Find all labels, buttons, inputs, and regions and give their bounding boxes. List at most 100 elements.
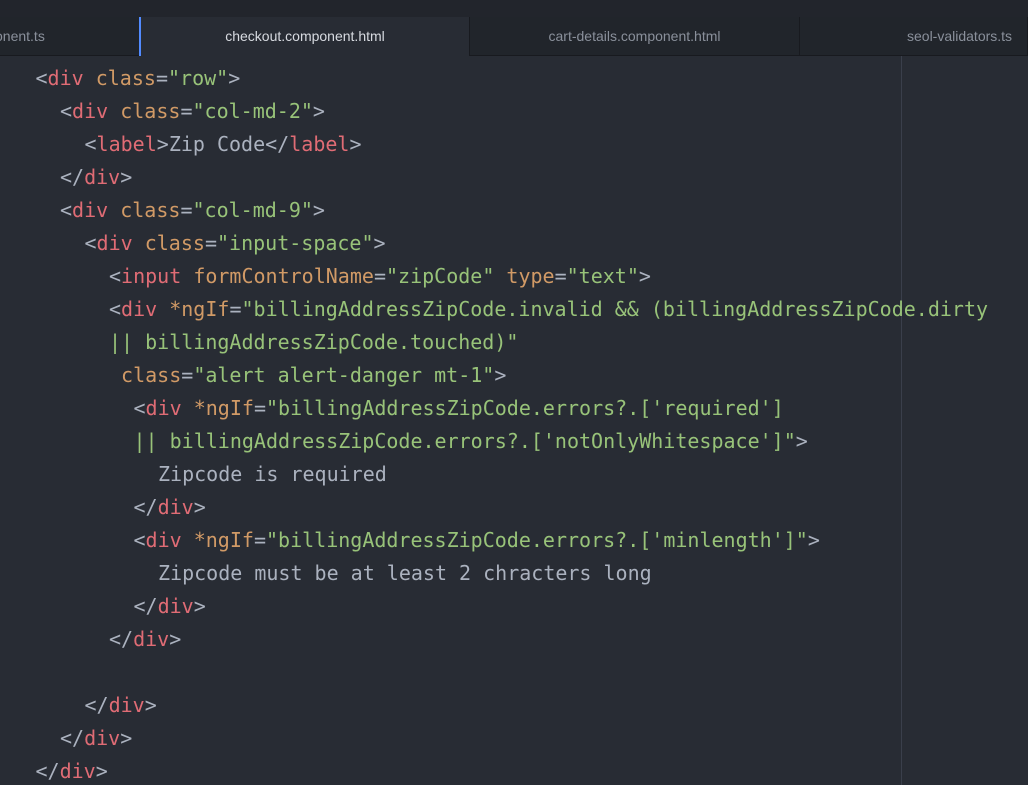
code-token-punct: > <box>120 165 133 189</box>
code-token-punct <box>182 396 194 420</box>
code-token-tag: div <box>157 594 194 618</box>
code-token-punct: > <box>144 693 157 717</box>
code-token-punct: > <box>312 198 325 222</box>
code-token-punct: > <box>312 99 325 123</box>
code-token-punct: = <box>180 99 193 123</box>
code-token-punct: = <box>180 198 193 222</box>
code-token-punct: > <box>120 726 133 750</box>
code-line[interactable]: </div> <box>0 590 988 623</box>
code-token-punct: > <box>169 627 182 651</box>
code-token-tag: div <box>72 198 109 222</box>
code-token-punct: = <box>204 231 217 255</box>
code-token-punct: > <box>156 132 169 156</box>
code-token-punct: < <box>84 231 97 255</box>
code-token-str: "zipCode" <box>385 264 495 288</box>
code-line[interactable]: </div> <box>0 689 988 722</box>
code-token-attr: class <box>144 231 205 255</box>
code-token-tag: input <box>121 264 182 288</box>
code-token-punct: < <box>60 198 73 222</box>
code-token-str: "input-space" <box>216 231 374 255</box>
code-line[interactable]: <div class="col-md-9"> <box>0 194 988 227</box>
code-token-punct: < <box>109 264 122 288</box>
code-token-punct: = <box>229 297 242 321</box>
code-token-str: "col-md-2" <box>192 99 313 123</box>
code-token-str: "billingAddressZipCode.invalid && (billi… <box>241 297 989 321</box>
code-token-str: || billingAddressZipCode.touched)" <box>109 330 519 354</box>
code-token-tag: div <box>108 693 145 717</box>
code-token-tag: div <box>121 297 158 321</box>
code-area[interactable]: <div class="row"> <div class="col-md-2"> <… <box>0 62 989 785</box>
code-token-tag: div <box>59 759 96 783</box>
code-line[interactable]: class="alert alert-danger mt-1"> <box>0 359 988 392</box>
code-line[interactable]: </div> <box>0 623 988 656</box>
tab-seol-validators-ts[interactable]: seol-validators.ts <box>800 17 1028 55</box>
tab-checkout-component-html[interactable]: checkout.component.html <box>139 17 470 56</box>
editor-pane[interactable]: <div class="row"> <div class="col-md-2"> <… <box>0 56 1028 785</box>
tab-label: onent.ts <box>0 28 45 44</box>
code-line[interactable]: <div *ngIf="billingAddressZipCode.errors… <box>0 392 988 425</box>
code-token-tag: div <box>72 99 109 123</box>
code-token-tag: div <box>96 231 133 255</box>
code-token-tag: label <box>96 132 157 156</box>
code-token-punct: </ <box>84 693 109 717</box>
tab-bar: onent.ts checkout.component.html cart-de… <box>0 17 1028 56</box>
tab-component-ts[interactable]: onent.ts <box>0 17 140 55</box>
code-token-punct: < <box>133 528 146 552</box>
code-line[interactable]: <div class="input-space"> <box>0 227 988 260</box>
code-token-punct: > <box>228 66 241 90</box>
code-token-punct <box>108 99 120 123</box>
code-token-punct: > <box>193 495 206 519</box>
code-token-tag: label <box>289 132 350 156</box>
code-token-str: "billingAddressZipCode.errors?.['require… <box>265 396 784 420</box>
code-token-punct: = <box>253 396 266 420</box>
code-token-str: "col-md-9" <box>192 198 313 222</box>
code-line[interactable]: || billingAddressZipCode.errors?.['notOn… <box>0 425 988 458</box>
code-token-punct: </ <box>133 495 158 519</box>
code-token-punct: > <box>373 231 386 255</box>
code-token-attr: class <box>120 198 181 222</box>
tab-label: seol-validators.ts <box>907 28 1013 44</box>
code-token-tag: div <box>133 627 170 651</box>
code-token-punct: </ <box>35 759 60 783</box>
code-token-str: || billingAddressZipCode.errors?.['notOn… <box>133 429 796 453</box>
code-token-attr: *ngIf <box>169 297 230 321</box>
code-line[interactable]: <div *ngIf="billingAddressZipCode.invali… <box>0 293 988 326</box>
code-token-punct <box>109 363 121 387</box>
code-line[interactable]: </div> <box>0 491 988 524</box>
code-token-punct: > <box>349 132 362 156</box>
code-line[interactable]: Zipcode is required <box>0 458 988 491</box>
code-line[interactable]: <div *ngIf="billingAddressZipCode.errors… <box>0 524 988 557</box>
code-token-punct: </ <box>60 726 85 750</box>
code-token-tag: div <box>145 396 182 420</box>
code-token-attr: class <box>95 66 156 90</box>
code-token-attr: type <box>506 264 555 288</box>
code-token-tag: div <box>145 528 182 552</box>
code-token-punct <box>182 528 194 552</box>
code-token-text: Zipcode must be at least 2 chracters lon… <box>158 561 652 585</box>
tab-cart-details-component-html[interactable]: cart-details.component.html <box>470 17 800 55</box>
code-token-punct: </ <box>60 165 85 189</box>
code-token-punct: > <box>193 594 206 618</box>
code-token-punct: </ <box>109 627 134 651</box>
code-token-tag: div <box>47 66 84 90</box>
code-token-attr: *ngIf <box>193 528 254 552</box>
code-line[interactable]: || billingAddressZipCode.touched)" <box>0 326 988 359</box>
code-token-punct <box>494 264 506 288</box>
code-line[interactable] <box>0 656 988 689</box>
code-line[interactable]: <div class="col-md-2"> <box>0 95 988 128</box>
tab-label: checkout.component.html <box>225 28 385 44</box>
code-line[interactable]: <input formControlName="zipCode" type="t… <box>0 260 988 293</box>
code-line[interactable]: </div> <box>0 722 988 755</box>
code-token-attr: *ngIf <box>193 396 254 420</box>
code-token-punct: < <box>35 66 48 90</box>
tab-label: cart-details.component.html <box>548 28 721 44</box>
code-token-str: "text" <box>566 264 639 288</box>
code-token-punct: = <box>181 363 194 387</box>
code-line[interactable]: Zipcode must be at least 2 chracters lon… <box>0 557 988 590</box>
code-line[interactable]: <label>Zip Code</label> <box>0 128 988 161</box>
code-token-text: Zip Code <box>168 132 266 156</box>
code-line[interactable]: </div> <box>0 755 988 785</box>
code-token-punct: > <box>494 363 507 387</box>
code-line[interactable]: </div> <box>0 161 988 194</box>
code-line[interactable]: <div class="row"> <box>0 62 988 95</box>
